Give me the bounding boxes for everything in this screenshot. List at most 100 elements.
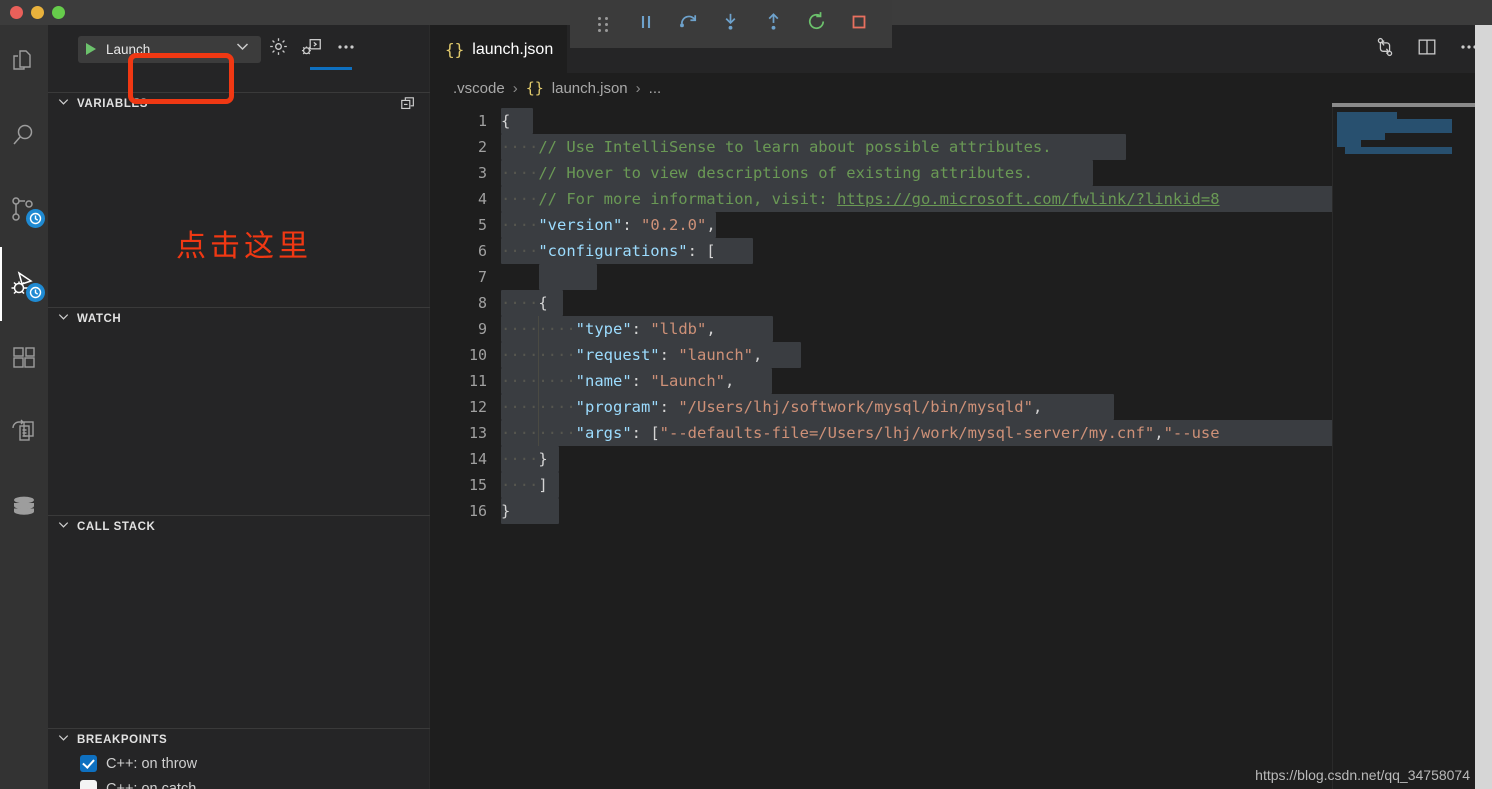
ellipsis-icon bbox=[335, 36, 357, 63]
minimap-row bbox=[1365, 126, 1452, 133]
launch-configuration-select[interactable]: Launch bbox=[78, 36, 261, 63]
chevron-down-icon bbox=[56, 94, 71, 114]
step-out-icon bbox=[762, 10, 785, 38]
breakpoint-label: C++: on throw bbox=[106, 756, 197, 772]
step-into-icon bbox=[719, 10, 742, 38]
line-number: 2 bbox=[431, 134, 501, 160]
code-text: ········"args": ["--defaults-file=/Users… bbox=[501, 424, 1220, 442]
play-icon[interactable] bbox=[86, 43, 96, 55]
line-number: 8 bbox=[431, 290, 501, 316]
debug-pause-button[interactable] bbox=[629, 7, 663, 41]
breakpoint-checkbox[interactable] bbox=[80, 780, 97, 789]
gear-icon bbox=[268, 36, 289, 62]
annotation-text: 点击这里 bbox=[176, 221, 312, 265]
minimap-row bbox=[1337, 126, 1365, 133]
database-icon bbox=[9, 491, 39, 521]
debug-more-actions-button[interactable] bbox=[329, 32, 363, 66]
zoom-window-button[interactable] bbox=[52, 6, 65, 19]
debug-config-toolbar: Launch bbox=[48, 25, 430, 73]
debug-step-over-button[interactable] bbox=[671, 7, 705, 41]
minimap-row bbox=[1337, 112, 1397, 119]
section-call-stack: CALL STACK bbox=[48, 515, 430, 728]
minimap-row bbox=[1337, 133, 1385, 140]
restart-icon bbox=[805, 10, 828, 38]
activity-item-database[interactable] bbox=[0, 469, 48, 543]
section-header-call-stack[interactable]: CALL STACK bbox=[48, 516, 430, 538]
debug-step-out-button[interactable] bbox=[757, 7, 791, 41]
close-window-button[interactable] bbox=[10, 6, 23, 19]
open-launch-settings-button[interactable] bbox=[261, 32, 295, 66]
floating-debug-toolbar bbox=[570, 0, 892, 48]
section-title: BREAKPOINTS bbox=[77, 734, 167, 746]
line-number: 5 bbox=[431, 212, 501, 238]
debug-toolbar-accent-underline bbox=[310, 67, 352, 70]
editor-tab-bar: {} launch.json bbox=[431, 25, 1492, 73]
breadcrumb-more[interactable]: ... bbox=[649, 80, 662, 97]
line-number: 12 bbox=[431, 394, 501, 420]
line-number: 14 bbox=[431, 446, 501, 472]
minimap[interactable] bbox=[1332, 103, 1475, 789]
section-header-variables[interactable]: VARIABLES bbox=[48, 93, 430, 115]
activity-item-search[interactable] bbox=[0, 99, 48, 173]
json-file-icon: {} bbox=[526, 79, 544, 97]
activity-item-remote-explorer[interactable] bbox=[0, 395, 48, 469]
line-number: 11 bbox=[431, 368, 501, 394]
chevron-down-icon[interactable] bbox=[234, 38, 251, 60]
code-text: ····{ bbox=[501, 294, 548, 312]
line-number: 7 bbox=[431, 264, 501, 290]
breadcrumb-file[interactable]: launch.json bbox=[552, 80, 628, 97]
code-text: ········"request": "launch", bbox=[501, 346, 762, 364]
editor-group: {} launch.json bbox=[431, 25, 1492, 789]
extensions-icon bbox=[9, 343, 39, 373]
activity-bar bbox=[0, 25, 48, 789]
tab-launch-json[interactable]: {} launch.json bbox=[431, 25, 567, 73]
grip-dots-icon bbox=[598, 17, 609, 32]
minimap-row bbox=[1345, 147, 1452, 154]
minimap-slider[interactable] bbox=[1332, 103, 1475, 107]
line-number: 9 bbox=[431, 316, 501, 342]
files-icon bbox=[9, 47, 39, 77]
activity-item-explorer[interactable] bbox=[0, 25, 48, 99]
vscode-window: launch.json — mysql-server bbox=[0, 0, 1492, 789]
json-file-icon: {} bbox=[445, 40, 464, 59]
activity-item-source-control[interactable] bbox=[0, 173, 48, 247]
line-number: 4 bbox=[431, 186, 501, 212]
code-text: ····"configurations": [ bbox=[501, 242, 716, 260]
compare-changes-icon[interactable] bbox=[1374, 36, 1396, 63]
code-text: ····// For more information, visit: http… bbox=[501, 190, 1220, 208]
debug-restart-button[interactable] bbox=[799, 7, 833, 41]
line-number: 1 bbox=[431, 108, 501, 134]
section-header-breakpoints[interactable]: BREAKPOINTS bbox=[48, 729, 430, 751]
chevron-down-icon bbox=[56, 730, 71, 750]
activity-item-run-and-debug[interactable] bbox=[0, 247, 48, 321]
minimap-row bbox=[1337, 119, 1452, 126]
collapse-all-icon[interactable] bbox=[400, 96, 430, 112]
line-number: 3 bbox=[431, 160, 501, 186]
activity-item-extensions[interactable] bbox=[0, 321, 48, 395]
open-debug-console-button[interactable] bbox=[295, 32, 329, 66]
chevron-down-icon bbox=[56, 517, 71, 537]
debug-toolbar-drag-handle[interactable] bbox=[586, 7, 620, 41]
page-vertical-scrollbar[interactable] bbox=[1475, 25, 1492, 789]
minimap-row bbox=[1337, 140, 1361, 147]
breadcrumb-folder[interactable]: .vscode bbox=[453, 80, 505, 97]
section-variables: VARIABLES 点击这里 bbox=[48, 92, 430, 307]
minimize-window-button[interactable] bbox=[31, 6, 44, 19]
chevron-down-icon bbox=[56, 309, 71, 329]
line-number: 15 bbox=[431, 472, 501, 498]
window-controls bbox=[0, 6, 65, 19]
section-header-watch[interactable]: WATCH bbox=[48, 308, 430, 330]
debug-console-icon bbox=[301, 36, 323, 63]
section-title: WATCH bbox=[77, 313, 121, 325]
line-number: 13 bbox=[431, 420, 501, 446]
debug-step-into-button[interactable] bbox=[714, 7, 748, 41]
run-debug-icon bbox=[9, 269, 39, 299]
breakpoint-row[interactable]: C++: on catch bbox=[48, 776, 430, 789]
debug-stop-button[interactable] bbox=[842, 7, 876, 41]
breakpoint-row[interactable]: C++: on throw bbox=[48, 751, 430, 776]
pause-icon bbox=[635, 11, 657, 38]
debug-sidebar: Launch bbox=[48, 25, 430, 789]
breakpoint-checkbox[interactable] bbox=[80, 755, 97, 772]
selection-highlight bbox=[539, 264, 597, 290]
split-editor-icon[interactable] bbox=[1416, 36, 1438, 63]
